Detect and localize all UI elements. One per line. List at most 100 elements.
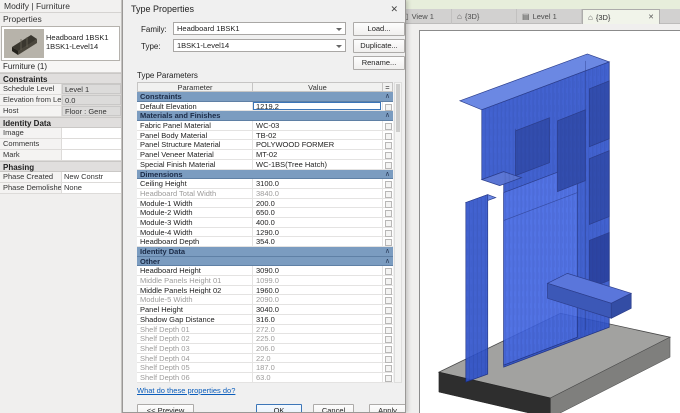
associate-param-button[interactable] <box>383 228 393 237</box>
parameter-name: Panel Veneer Material <box>137 150 253 159</box>
parameter-value[interactable]: 400.0 <box>253 217 383 227</box>
parameter-row: Panel Height 3040.0 <box>137 305 393 315</box>
scrollbar-thumb[interactable] <box>396 84 400 132</box>
parameter-value[interactable]: POLYWOOD FORMER <box>253 140 383 150</box>
3d-view-canvas[interactable] <box>419 30 680 413</box>
section-collapse-icon[interactable]: ∧ <box>385 92 393 101</box>
parameter-value[interactable]: TB-02 <box>253 130 383 140</box>
associate-param-button[interactable] <box>383 344 393 353</box>
associate-param-button[interactable] <box>383 121 393 130</box>
section-header-identity-data[interactable]: Identity Data ∧ <box>137 247 393 257</box>
parameter-value[interactable]: 1219.2 <box>253 101 383 111</box>
close-dialog-icon[interactable]: ✕ <box>390 3 398 15</box>
associate-param-button[interactable] <box>383 315 393 324</box>
associate-param-button[interactable] <box>383 373 393 382</box>
element-filter-dropdown[interactable]: Furniture (1) <box>0 61 121 73</box>
palette-row: Schedule Level Level 1 <box>0 84 121 95</box>
section-header-dimensions[interactable]: Dimensions ∧ <box>137 169 393 180</box>
parameter-value[interactable]: 316.0 <box>253 314 383 324</box>
parameter-value[interactable]: WC-03 <box>253 121 383 130</box>
parameter-row: Headboard Total Width 3840.0 <box>137 188 393 199</box>
associate-param-button[interactable] <box>383 334 393 343</box>
palette-param-value[interactable]: None <box>62 183 121 193</box>
parameter-value[interactable]: 1290.0 <box>253 227 383 237</box>
associate-param-button[interactable] <box>383 237 393 246</box>
parameter-value[interactable]: 3090.0 <box>253 266 383 276</box>
parameter-value[interactable]: WC-1BS(Tree Hatch) <box>253 159 383 169</box>
palette-param-value[interactable] <box>62 139 121 149</box>
section-collapse-icon[interactable]: ∧ <box>385 111 393 120</box>
palette-group-header[interactable]: Identity Data <box>0 117 121 128</box>
associate-param-button[interactable] <box>383 199 393 208</box>
section-header-materials-and-finishes[interactable]: Materials and Finishes ∧ <box>137 111 393 122</box>
palette-param-value[interactable]: Floor : Gene <box>62 106 121 116</box>
family-dropdown[interactable]: Headboard 1BSK1 <box>173 22 346 35</box>
parameter-value[interactable]: 650.0 <box>253 208 383 217</box>
preview-button[interactable]: << Preview <box>137 404 194 412</box>
palette-param-value[interactable] <box>62 128 121 138</box>
section-header-other[interactable]: Other ∧ <box>137 256 393 267</box>
parameter-value[interactable]: 1960.0 <box>253 285 383 295</box>
cancel-button[interactable]: Cancel <box>313 404 354 412</box>
palette-param-value[interactable]: New Constr <box>62 172 121 182</box>
associate-param-button[interactable] <box>383 276 393 285</box>
palette-param-value[interactable] <box>62 150 121 160</box>
type-dropdown[interactable]: 1BSK1-Level14 <box>173 39 346 52</box>
apply-button[interactable]: Apply <box>369 404 405 412</box>
associate-param-button[interactable] <box>383 208 393 217</box>
view-tab-label: View 1 <box>411 12 434 21</box>
type-parameters-label: Type Parameters <box>137 71 198 80</box>
parameter-name: Module-5 Width <box>137 295 253 305</box>
associate-param-button[interactable] <box>383 305 393 314</box>
parameter-value[interactable]: 200.0 <box>253 198 383 208</box>
associate-param-button[interactable] <box>383 160 393 169</box>
associate-param-button[interactable] <box>383 131 393 140</box>
default-elevation-input[interactable]: 1219.2 <box>253 101 381 111</box>
associate-param-button[interactable] <box>383 102 393 111</box>
properties-palette-title: Properties <box>3 14 42 24</box>
associate-param-button[interactable] <box>383 295 393 305</box>
palette-param-name: Host <box>0 106 62 116</box>
associate-param-button[interactable] <box>383 354 393 363</box>
section-header-constraints[interactable]: Constraints ∧ <box>137 92 393 102</box>
table-scrollbar[interactable] <box>394 82 402 383</box>
section-collapse-icon[interactable]: ∧ <box>385 170 393 179</box>
palette-param-value[interactable]: 0.0 <box>62 95 121 105</box>
view-tab-3d[interactable]: ⌂ {3D} <box>452 9 517 24</box>
view-tab-level-1[interactable]: ▤ Level 1 <box>517 9 582 24</box>
load-button[interactable]: Load... <box>353 22 405 36</box>
type-label: Type: <box>141 42 161 51</box>
parameter-name: Middle Panels Height 02 <box>137 285 253 295</box>
palette-group-header[interactable]: Phasing <box>0 161 121 172</box>
palette-param-value[interactable]: Level 1 <box>62 84 121 94</box>
associate-param-button[interactable] <box>383 179 393 188</box>
parameter-row: Shelf Depth 03 206.0 <box>137 343 393 354</box>
selected-family-name: Headboard 1BSK1 <box>46 33 109 42</box>
associate-param-button[interactable] <box>383 266 393 276</box>
associate-param-button[interactable] <box>383 363 393 372</box>
close-tab-icon[interactable]: ✕ <box>642 10 654 24</box>
parameter-value[interactable]: 3040.0 <box>253 305 383 314</box>
parameter-value[interactable]: 3100.0 <box>253 179 383 188</box>
parameter-name: Panel Height <box>137 305 253 314</box>
modify-contextual-label: Modify | Furniture <box>0 0 121 13</box>
parameter-value[interactable]: MT-02 <box>253 150 383 159</box>
associate-param-button[interactable] <box>383 140 393 150</box>
associate-param-button[interactable] <box>383 189 393 198</box>
associate-param-button[interactable] <box>383 325 393 334</box>
associate-param-button[interactable] <box>383 150 393 159</box>
type-parameters-table: Parameter Value = Constraints ∧ Default El… <box>137 82 393 383</box>
rename-button[interactable]: Rename... <box>353 56 405 70</box>
ok-button[interactable]: OK <box>256 404 302 412</box>
properties-help-link[interactable]: What do these properties do? <box>137 386 235 395</box>
associate-param-button[interactable] <box>383 286 393 295</box>
parameter-value[interactable]: 354.0 <box>253 237 383 246</box>
associate-param-button[interactable] <box>383 218 393 227</box>
section-collapse-icon[interactable]: ∧ <box>385 257 393 266</box>
type-selector[interactable]: Headboard 1BSK1 1BSK1-Level14 <box>1 26 120 61</box>
type-value: 1BSK1-Level14 <box>177 41 230 50</box>
section-collapse-icon[interactable]: ∧ <box>385 247 393 256</box>
duplicate-button[interactable]: Duplicate... <box>353 39 405 53</box>
palette-group-header[interactable]: Constraints <box>0 73 121 84</box>
view-tab-3d-active[interactable]: ⌂ {3D} ✕ <box>582 9 660 24</box>
